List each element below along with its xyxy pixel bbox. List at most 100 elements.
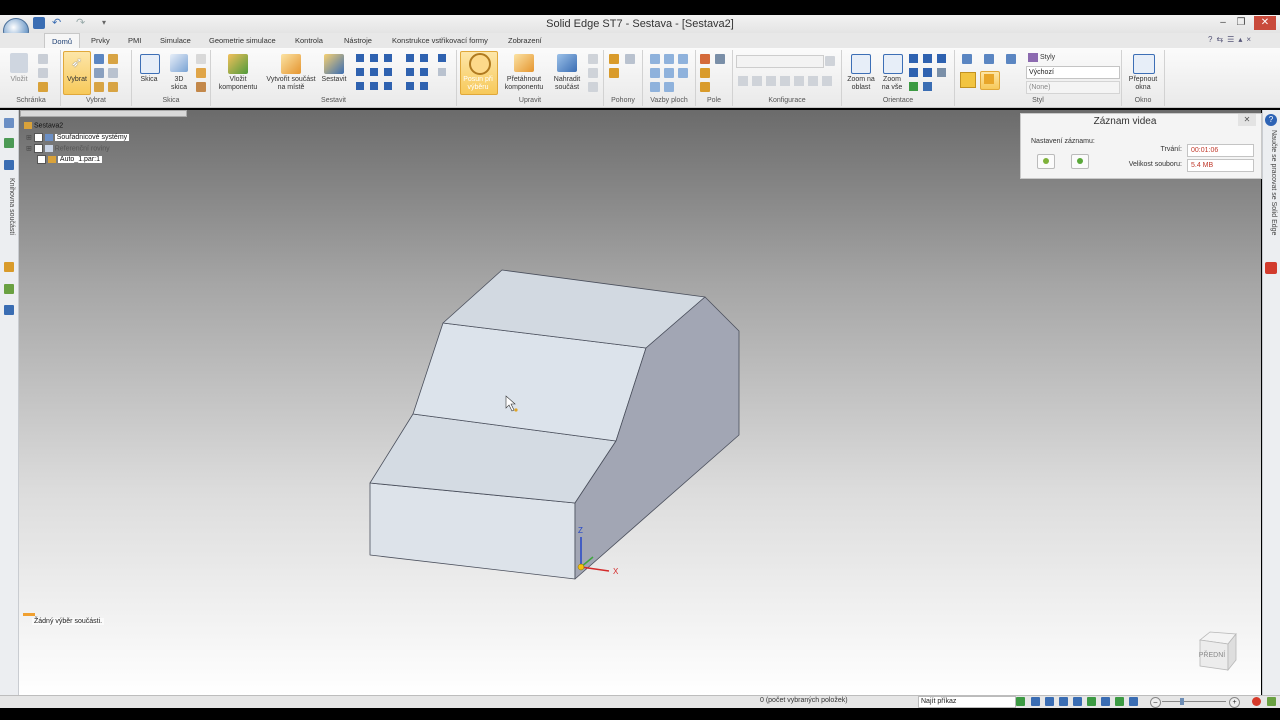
spin-status-icon[interactable] — [1101, 697, 1110, 706]
zoom-area-line2[interactable]: oblast — [843, 84, 879, 92]
relationship-tools[interactable] — [354, 52, 452, 92]
undo-icon[interactable]: ↶ — [52, 17, 64, 29]
configuration-save-icon[interactable] — [825, 56, 835, 66]
configuration-tool-icons[interactable] — [736, 75, 836, 87]
parts-library-tab-icon[interactable] — [4, 160, 14, 170]
parts-library-tab-label[interactable]: Knihovna součástí — [3, 178, 15, 248]
create-part-in-place-line1[interactable]: Vytvořit součást — [262, 76, 320, 84]
command-search-input[interactable]: Najít příkaz — [918, 696, 1016, 708]
select-box-icon[interactable] — [108, 68, 118, 78]
look-at-face-icon[interactable] — [1115, 697, 1124, 706]
insert-component-line1[interactable]: Vložit — [212, 76, 264, 84]
tree-item-part[interactable]: Auto_1.par:1 — [37, 155, 102, 164]
tree-item-coordinate-systems[interactable]: ⊞ Souřadnicové systémy — [26, 133, 130, 142]
configuration-select[interactable] — [736, 55, 824, 68]
modify-option-icon-2[interactable] — [588, 68, 598, 78]
duplicate-icon[interactable] — [700, 82, 710, 92]
create-part-in-place-icon[interactable] — [281, 54, 301, 74]
select-tool-icon[interactable] — [94, 54, 104, 64]
select-tools-tab-icon[interactable] — [4, 305, 14, 315]
tree-item-reference-planes[interactable]: ⊞ Referenční roviny — [26, 144, 110, 153]
tab-domu[interactable]: Domů — [44, 33, 81, 49]
format-painter-icon[interactable] — [38, 82, 48, 92]
zoom-slider[interactable]: – + — [1150, 697, 1240, 708]
zoom-area-icon[interactable] — [851, 54, 871, 74]
tab-pmi[interactable]: PMI — [121, 33, 148, 48]
shaded-icon[interactable] — [960, 72, 976, 88]
insert-component-line2[interactable]: komponentu — [212, 84, 264, 92]
feature-library-tab-icon[interactable] — [4, 138, 14, 148]
checkbox-icon[interactable] — [37, 155, 46, 164]
zoom-slider-thumb[interactable] — [1180, 698, 1184, 705]
view-tools[interactable] — [907, 52, 951, 92]
replace-part-line2[interactable]: součást — [546, 84, 588, 92]
tab-simulace[interactable]: Simulace — [153, 33, 198, 48]
qat-customize-icon[interactable]: ▾ — [102, 17, 114, 29]
face-relate-icon-5[interactable] — [664, 68, 674, 78]
tab-kontrola[interactable]: Kontrola — [288, 33, 330, 48]
fit-status-icon[interactable] — [1059, 697, 1068, 706]
video-record-close-button[interactable]: ✕ — [1238, 114, 1256, 126]
sketch-color-icon[interactable] — [196, 68, 206, 78]
view-tool-icons[interactable] — [907, 52, 951, 92]
close-button[interactable]: ✕ — [1254, 16, 1276, 30]
tab-konstrukce-vstrikovaci-formy[interactable]: Konstrukce vstřikovací formy — [385, 33, 495, 48]
rotate-view-icon[interactable] — [1016, 697, 1025, 706]
pattern-along-icon[interactable] — [715, 54, 725, 64]
fit-all-line1[interactable]: Zoom — [876, 76, 908, 84]
face-relate-icon-4[interactable] — [650, 68, 660, 78]
face-relate-icon-1[interactable] — [650, 54, 660, 64]
learn-solid-edge-tab[interactable]: Naučte se pracovat se Solid Edge — [1265, 130, 1277, 255]
cut-icon[interactable] — [38, 54, 48, 64]
replace-part-icon[interactable] — [557, 54, 577, 72]
sketch-3d-icon[interactable] — [170, 54, 188, 72]
query-icon[interactable] — [94, 68, 104, 78]
motor-icon[interactable] — [609, 54, 619, 64]
layers-tab-icon[interactable] — [4, 262, 14, 272]
sketch-3d-button-line1[interactable]: 3D — [164, 76, 194, 84]
fit-all-line2[interactable]: na vše — [876, 84, 908, 92]
configuration-tools[interactable] — [736, 75, 836, 87]
select-filter-icon[interactable] — [108, 54, 118, 64]
redo-icon[interactable]: ↷ — [76, 17, 88, 29]
views-status-icon[interactable] — [1129, 697, 1138, 706]
copy-icon[interactable] — [38, 68, 48, 78]
paste-button[interactable]: Vložit — [4, 76, 34, 84]
create-part-in-place-line2[interactable]: na místě — [262, 84, 320, 92]
paste-icon[interactable] — [10, 53, 28, 73]
rotate-status-icon[interactable] — [1087, 697, 1096, 706]
pan-status-icon[interactable] — [1073, 697, 1082, 706]
zoom-status-icon[interactable] — [1045, 697, 1054, 706]
modify-option-icon-3[interactable] — [588, 82, 598, 92]
view-style-icon-3[interactable] — [1006, 54, 1016, 64]
tab-nastroje[interactable]: Nástroje — [337, 33, 379, 48]
fit-all-icon[interactable] — [883, 54, 903, 74]
sensors-tab-icon[interactable] — [4, 284, 14, 294]
youtube-icon[interactable] — [1265, 262, 1277, 274]
drag-component-icon[interactable] — [514, 54, 534, 72]
hide-icon[interactable] — [108, 82, 118, 92]
drag-component-line1[interactable]: Přetáhnout — [498, 76, 550, 84]
style-none-select[interactable]: (None) — [1026, 81, 1120, 94]
face-relate-icon-7[interactable] — [650, 82, 660, 92]
face-relate-icon-3[interactable] — [678, 54, 688, 64]
modify-option-icon-1[interactable] — [588, 54, 598, 64]
relationship-icons-grid[interactable] — [354, 52, 452, 92]
status-extra-icon[interactable] — [1267, 697, 1276, 706]
mirror-icon[interactable] — [700, 68, 710, 78]
record-icon[interactable] — [1252, 697, 1261, 706]
checkbox-icon[interactable] — [33, 144, 43, 153]
maximize-button[interactable]: ❐ — [1232, 16, 1250, 30]
styles-icon[interactable] — [1028, 53, 1038, 62]
tab-geometrie-simulace[interactable]: Geometrie simulace — [202, 33, 283, 48]
minimize-button[interactable]: – — [1214, 16, 1232, 30]
sketch-option-icon[interactable] — [196, 54, 206, 64]
face-relate-icon-6[interactable] — [678, 68, 688, 78]
sketch-button[interactable]: Skica — [134, 76, 164, 84]
tree-root[interactable]: Sestava2 — [24, 122, 63, 129]
drag-component-line2[interactable]: komponentu — [498, 84, 550, 92]
simulate-motor-icon[interactable] — [625, 54, 635, 64]
tab-zobrazeni[interactable]: Zobrazení — [501, 33, 549, 48]
assemble-button[interactable]: Sestavit — [318, 76, 350, 84]
zoom-out-icon[interactable]: – — [1150, 697, 1161, 708]
